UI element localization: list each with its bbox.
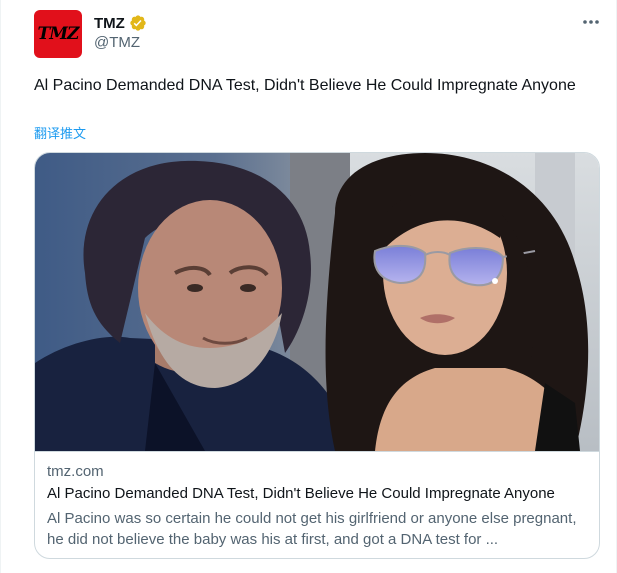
verified-badge-icon [130,15,146,31]
avatar-logo-text: TMZ [37,24,80,44]
card-image[interactable] [35,153,599,451]
card-description: Al Pacino was so certain he could not ge… [47,510,577,548]
author-name-row: TMZ [94,13,147,33]
card-divider [35,451,599,452]
link-card[interactable]: tmz.com Al Pacino Demanded DNA Test, Did… [34,152,600,559]
more-icon [583,20,599,24]
translate-tweet-link[interactable]: 翻译推文 [34,123,86,142]
card-photo [35,153,599,451]
author-display-name[interactable]: TMZ [94,15,125,32]
avatar[interactable]: TMZ [34,10,82,58]
tweet[interactable]: TMZ TMZ @TMZ Al Pacino Demanded DNA Test… [0,0,617,573]
more-button[interactable] [579,12,603,32]
card-domain: tmz.com [47,463,104,480]
author-handle[interactable]: @TMZ [94,34,140,51]
card-title[interactable]: Al Pacino Demanded DNA Test, Didn't Beli… [47,485,587,502]
tweet-text: Al Pacino Demanded DNA Test, Didn't Beli… [34,77,576,94]
